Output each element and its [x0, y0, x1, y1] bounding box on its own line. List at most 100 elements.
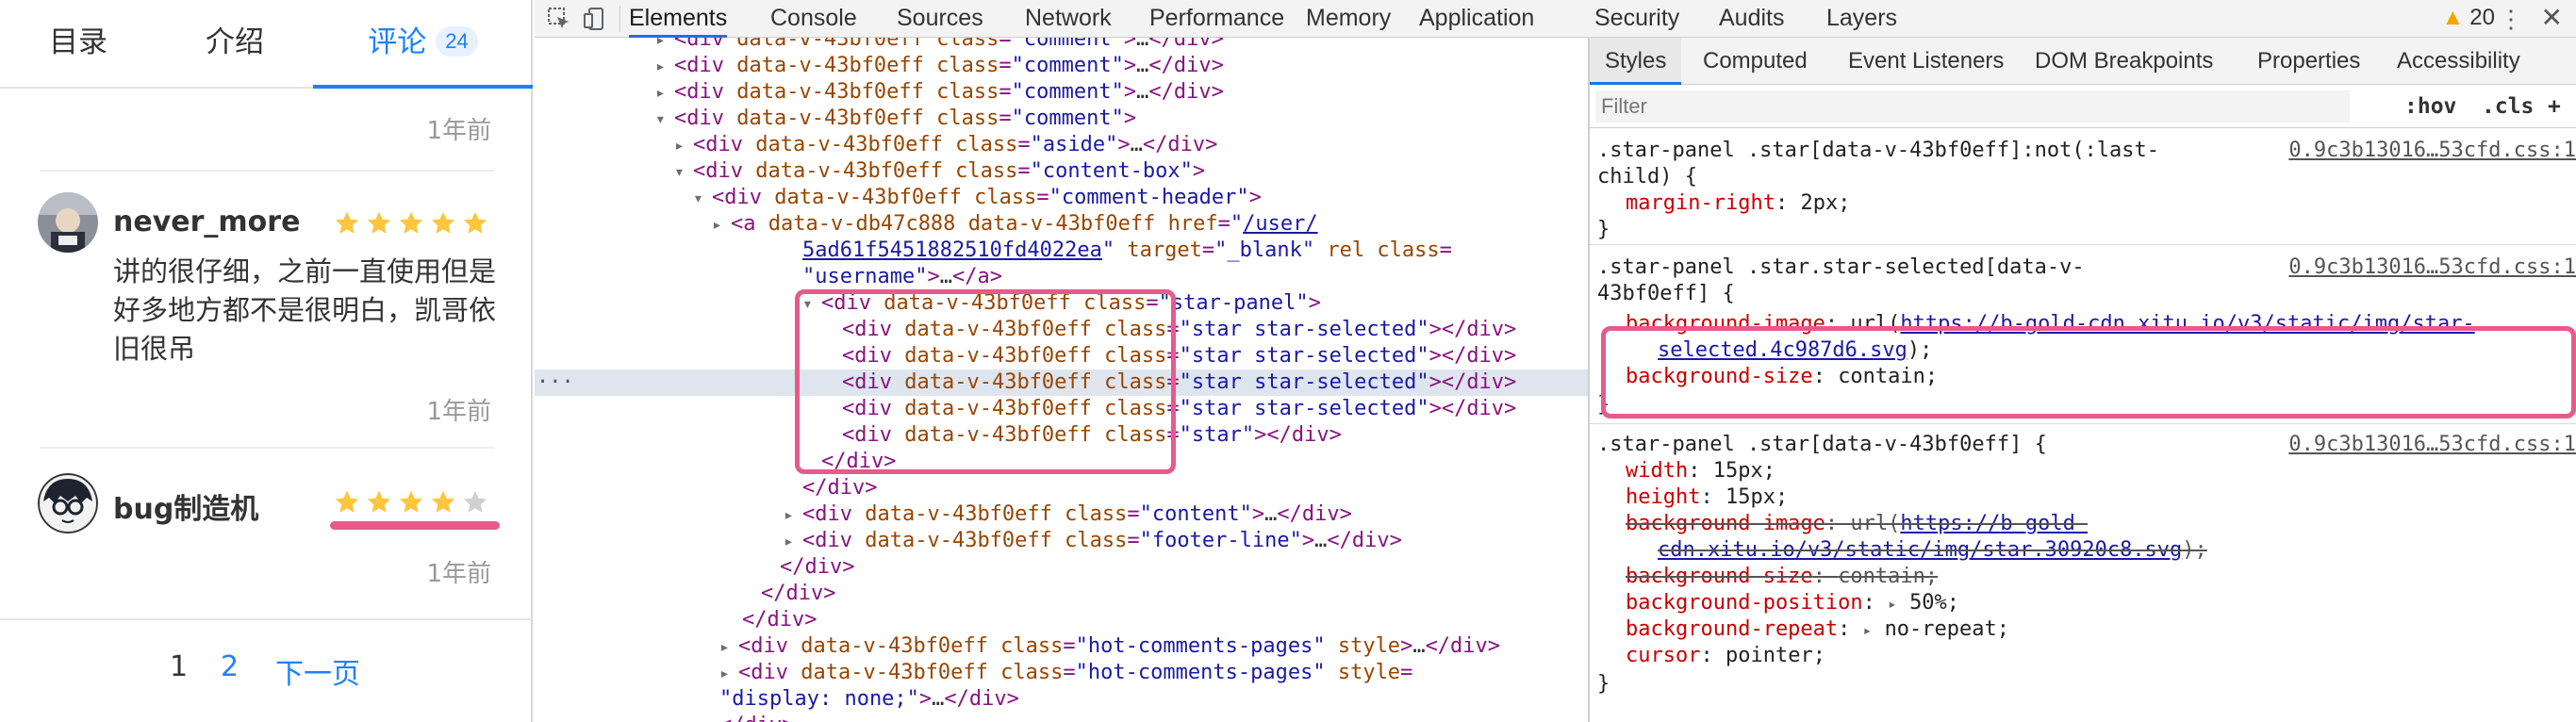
css-rule: .star-panel .star.star-selected[data-v- … [1590, 245, 2576, 424]
subtab-event-listeners[interactable]: Event Listeners [1848, 38, 2004, 85]
css-rule: .star-panel .star[data-v-43bf0eff]:not(:… [1590, 128, 2576, 245]
dom-node[interactable]: ▸ <div data-v-43bf0eff class="aside">…</d… [674, 132, 1217, 158]
comment-time: 1年前 [426, 117, 491, 145]
dom-node[interactable]: </div> [821, 449, 896, 475]
rule-source-link[interactable]: 0.9c3b13016…53cfd.css:1 [2288, 138, 2576, 164]
dom-node[interactable]: ▸ <div data-v-43bf0eff class="comment">…<… [655, 38, 1224, 53]
warnings-counter[interactable]: ▲ 20 [2442, 0, 2495, 36]
subtab-accessibility[interactable]: Accessibility [2397, 38, 2520, 85]
dom-node[interactable]: ▸ <a data-v-db47c888 data-v-43bf0eff href… [712, 211, 1318, 238]
css-declaration[interactable]: background-repeat: ▸ no-repeat; [1626, 616, 2009, 643]
tab-catalog-label: 目录 [49, 25, 107, 59]
page-1-button[interactable]: 1 [170, 650, 188, 683]
css-declaration-cont[interactable]: selected.4c987d6.svg); [1658, 337, 1932, 364]
devtools-tab-layers[interactable]: Layers [1826, 0, 1897, 38]
comment-username[interactable]: bug制造机 [113, 485, 258, 527]
css-declaration[interactable]: background-position: ▸ 50%; [1626, 590, 1959, 616]
dom-node[interactable]: </div> [719, 713, 794, 722]
devtools-tab-console[interactable]: Console [770, 0, 857, 38]
star-filled-icon[interactable] [429, 488, 457, 517]
star-filled-icon[interactable] [333, 488, 361, 517]
styles-subtabs: Styles Computed Event Listeners DOM Brea… [1590, 38, 2576, 85]
subtab-styles[interactable]: Styles [1590, 38, 1682, 85]
css-declaration-overridden[interactable]: background-image: url(https://b-gold- [1626, 511, 2088, 537]
dom-node[interactable]: ▸ <div data-v-43bf0eff class="content">…<… [784, 501, 1352, 528]
dom-node[interactable]: 5ad61f5451882510fd4022ea" target="_blank… [802, 238, 1452, 264]
rule-source-link[interactable]: 0.9c3b13016…53cfd.css:1 [2288, 432, 2576, 458]
dom-node[interactable]: ▾ <div data-v-43bf0eff class="content-box… [674, 158, 1205, 185]
star-filled-icon[interactable] [365, 209, 393, 238]
dom-node[interactable]: "display: none;">…</div> [719, 686, 1019, 713]
subtab-properties[interactable]: Properties [2257, 38, 2360, 85]
dom-node[interactable]: ▸ <div data-v-43bf0eff class="hot-comment… [719, 660, 1412, 686]
comment-text: 讲的很仔细，之前一直使用但是好多地方都不是很明白，凯哥依旧很吊 [113, 255, 497, 365]
dom-tree[interactable]: ▸ <div data-v-43bf0eff class="comment">…<… [535, 38, 1588, 722]
subtab-dom-breakpoints[interactable]: DOM Breakpoints [2035, 38, 2213, 85]
dom-node[interactable]: </div> [780, 554, 854, 581]
star-filled-icon[interactable] [397, 488, 425, 517]
hov-toggle[interactable]: :hov [2404, 90, 2456, 123]
page-2-button[interactable]: 2 [221, 650, 239, 683]
devtools-tab-performance[interactable]: Performance [1149, 0, 1284, 38]
close-icon[interactable]: ✕ [2541, 0, 2563, 36]
rule-source-link[interactable]: 0.9c3b13016…53cfd.css:1 [2288, 254, 2576, 281]
css-declaration[interactable]: background-size: contain; [1626, 364, 1938, 390]
dom-node[interactable]: <div data-v-43bf0eff class="star star-se… [842, 317, 1516, 343]
star-filled-icon[interactable] [365, 488, 393, 517]
css-declaration[interactable]: cursor: pointer; [1626, 643, 1825, 669]
star-empty-icon[interactable] [461, 488, 489, 517]
inspect-element-icon[interactable] [546, 6, 572, 32]
dom-node[interactable]: ▾ <div data-v-43bf0eff class="comment-hea… [693, 185, 1262, 211]
divider [40, 447, 494, 449]
devtools-tab-application[interactable]: Application [1419, 0, 1534, 38]
subtab-computed[interactable]: Computed [1703, 38, 1808, 85]
tab-intro-label: 介绍 [206, 25, 264, 59]
avatar[interactable] [38, 192, 98, 253]
rule-close-brace: } [1597, 218, 1610, 241]
css-declaration[interactable]: width: 15px; [1626, 458, 1775, 484]
devtools-tab-elements[interactable]: Elements [629, 0, 728, 38]
dom-node[interactable]: "username">…</a> [802, 264, 1002, 290]
devtools-tab-audits[interactable]: Audits [1719, 0, 1784, 38]
tab-intro[interactable]: 介绍 [157, 0, 313, 89]
css-declaration[interactable]: margin-right: 2px; [1626, 190, 1850, 217]
cls-toggle[interactable]: .cls [2482, 90, 2534, 123]
devtools-tab-security[interactable]: Security [1594, 0, 1679, 38]
star-rating [333, 209, 489, 238]
devtools-tab-sources[interactable]: Sources [897, 0, 983, 38]
comment-username[interactable]: never_more [113, 205, 300, 238]
dom-node[interactable]: <div data-v-43bf0eff class="star"></div> [842, 422, 1342, 449]
dom-node[interactable]: <div data-v-43bf0eff class="star star-se… [842, 396, 1516, 422]
dom-node[interactable]: <div data-v-43bf0eff class="star star-se… [842, 343, 1516, 369]
star-filled-icon[interactable] [429, 209, 457, 238]
dom-node[interactable]: </div> [761, 581, 835, 607]
dom-node[interactable]: </div> [802, 475, 877, 501]
more-options-icon[interactable]: ⋮ [2499, 2, 2523, 36]
devtools-tab-memory[interactable]: Memory [1306, 0, 1391, 38]
next-page-button[interactable]: 下一页 [275, 650, 360, 692]
css-declaration[interactable]: height: 15px; [1626, 484, 1788, 511]
device-toolbar-icon[interactable] [582, 6, 608, 32]
css-declaration-overridden-cont[interactable]: cdn.xitu.io/v3/static/img/star.30920c8.s… [1658, 537, 2207, 564]
star-filled-icon[interactable] [461, 209, 489, 238]
star-filled-icon[interactable] [333, 209, 361, 238]
new-rule-button[interactable]: + [2548, 90, 2561, 123]
styles-filter-input[interactable] [1595, 90, 2350, 123]
dom-node[interactable]: ▸ <div data-v-43bf0eff class="footer-line… [784, 528, 1402, 554]
dom-node[interactable]: ▸ <div data-v-43bf0eff class="hot-comment… [719, 633, 1500, 660]
dom-node-selected[interactable]: ··· <div data-v-43bf0eff class="star star… [535, 369, 1588, 396]
devtools-tab-network[interactable]: Network [1025, 0, 1112, 38]
dom-node[interactable]: ▾ <div data-v-43bf0eff class="star-panel"… [802, 290, 1321, 317]
tab-comments-label: 评论 [368, 25, 427, 59]
avatar[interactable] [38, 473, 98, 533]
dom-node[interactable]: ▾ <div data-v-43bf0eff class="comment"> [655, 106, 1136, 132]
tab-catalog[interactable]: 目录 [0, 0, 157, 89]
dom-node[interactable]: ▸ <div data-v-43bf0eff class="comment">…<… [655, 53, 1224, 79]
css-declaration-overridden[interactable]: background-size: contain; [1626, 564, 1938, 590]
dom-node[interactable]: ▸ <div data-v-43bf0eff class="comment">…<… [655, 79, 1224, 106]
star-filled-icon[interactable] [397, 209, 425, 238]
subtab-dom-breakpoints-label: DOM Breakpoints [2035, 48, 2214, 74]
css-declaration[interactable]: background-image: url(https://b-gold-cdn… [1626, 311, 2475, 337]
dom-node[interactable]: </div> [742, 607, 817, 633]
tab-comments[interactable]: 评论 24 [313, 0, 533, 89]
